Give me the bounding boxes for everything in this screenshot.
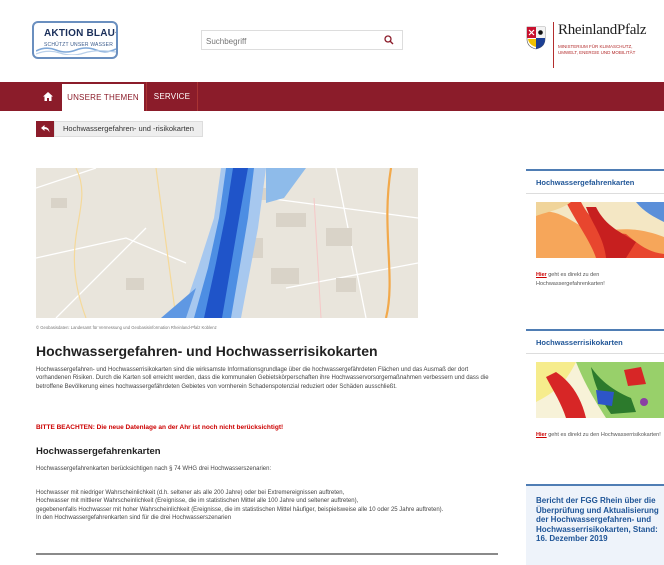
sidebar-box-title[interactable]: Hochwassergefahrenkarten — [526, 171, 664, 194]
breadcrumb: Hochwassergefahren- und -risikokarten — [36, 121, 203, 137]
main-nav: UNSERE THEMEN SERVICE — [0, 82, 664, 111]
scenario-item: gegebenenfalls Hochwasser mit hoher Wahr… — [36, 506, 444, 513]
warning-note: BITTE BEACHTEN: Die neue Datenlage an de… — [36, 424, 284, 431]
scenario-item: Hochwasser mit niedriger Wahrscheinlichk… — [36, 490, 345, 496]
here-link[interactable]: Hier — [536, 272, 547, 278]
ministry-name: MINISTERIUM FÜR KLIMASCHUTZ, UMWELT, ENE… — [558, 44, 636, 55]
scenario-footer: In den Hochwassergefahrenkarten sind für… — [36, 515, 232, 522]
nav-home[interactable] — [36, 82, 60, 111]
tab-unsere-themen[interactable]: UNSERE THEMEN — [62, 82, 144, 111]
breadcrumb-current[interactable]: Hochwassergefahren- und -risikokarten — [54, 121, 203, 137]
search-box — [201, 30, 403, 51]
flood-map-graphic — [36, 168, 418, 318]
sidebar-box-gefahrenkarten: Hochwassergefahrenkarten Hier geht es di… — [526, 169, 664, 299]
page-title: Hochwassergefahren- und Hochwasserrisiko… — [36, 343, 378, 359]
logo-divider — [553, 22, 554, 68]
sidebar-box-risikokarten: Hochwasserrisikokarten Hier geht es dire… — [526, 329, 664, 464]
search-input[interactable] — [202, 32, 378, 51]
flood-map-image — [36, 168, 418, 318]
search-icon[interactable] — [384, 35, 394, 45]
link-text: geht es direkt zu den Hochwasserrisikoka… — [546, 432, 661, 438]
back-button[interactable] — [36, 121, 54, 137]
sidebar-box-title[interactable]: Hochwasserrisikokarten — [526, 331, 664, 354]
section-intro: Hochwassergefahrenkarten berücksichtigen… — [36, 466, 272, 472]
tab-service[interactable]: SERVICE — [146, 82, 198, 111]
sidebar-link-gefahrenkarten[interactable]: Hier geht es direkt zu den Hochwassergef… — [536, 271, 664, 288]
rlp-name: RheinlandPfalz — [558, 22, 647, 38]
sidebar-box-report: Bericht der FGG Rhein über die Überprüfu… — [526, 484, 664, 565]
site-header: AKTION BLAU+ SCHÜTZT UNSER WASSER Rheinl… — [0, 0, 664, 82]
risk-map-graphic — [536, 362, 664, 418]
gefahrenkarte-thumbnail[interactable] — [536, 202, 664, 258]
scenario-item: Hochwasser mit mittlerer Wahrscheinlichk… — [36, 498, 359, 505]
aktion-blau-logo[interactable]: AKTION BLAU+ SCHÜTZT UNSER WASSER — [32, 21, 118, 59]
report-link[interactable]: Bericht der FGG Rhein über die Überprüfu… — [536, 496, 662, 544]
link-text: geht es direkt zu den Hochwassergefahren… — [536, 272, 605, 287]
coat-of-arms-icon — [526, 26, 546, 50]
section-divider — [36, 553, 498, 555]
scenario-list: Hochwasser mit niedriger Wahrscheinlichk… — [36, 489, 498, 523]
wave-icon — [36, 47, 116, 55]
home-icon — [43, 92, 53, 101]
section-title: Hochwassergefahrenkarten — [36, 446, 161, 457]
rlp-logo[interactable]: RheinlandPfalz MINISTERIUM FÜR KLIMASCHU… — [526, 22, 656, 72]
sidebar-link-risikokarten[interactable]: Hier geht es direkt zu den Hochwasserris… — [536, 431, 664, 440]
here-link[interactable]: Hier — [536, 432, 547, 438]
back-arrow-icon — [40, 125, 49, 133]
aktion-blau-title: AKTION BLAU+ — [44, 28, 118, 39]
intro-paragraph: Hochwassergefahren- und Hochwasserrisiko… — [36, 367, 489, 390]
risikokarte-thumbnail[interactable] — [536, 362, 664, 418]
hazard-map-graphic — [536, 202, 664, 258]
map-credit: © Geobasisdaten: Landesamt für Vermessun… — [36, 325, 217, 330]
